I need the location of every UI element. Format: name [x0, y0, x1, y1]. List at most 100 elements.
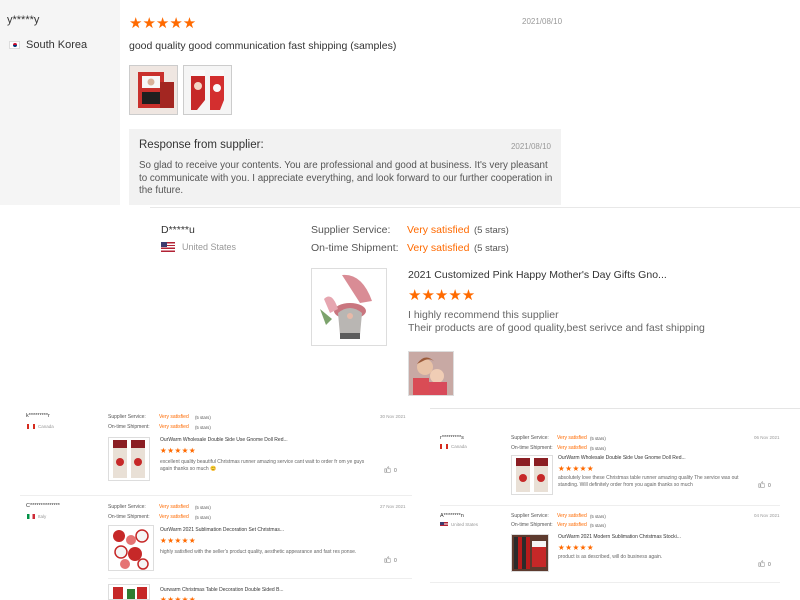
supplier-service-value: Very satisfied — [557, 435, 587, 441]
rating-stars: ★★★★★ — [408, 287, 476, 304]
supplier-response-box: Response from supplier: 2021/08/10 So gl… — [129, 129, 561, 205]
product-title-link[interactable]: OurWarm 2021 Sublimation Decoration Set … — [160, 527, 284, 533]
reviewer-name: r*********s — [440, 435, 464, 441]
ontime-shipment-label: On-time Shipment: — [311, 242, 399, 254]
reviewer-name: A********n — [440, 513, 464, 519]
italy-flag-icon — [27, 514, 35, 519]
like-count: 0 — [394, 467, 397, 474]
product-title-link[interactable]: OurWarm Wholesale Double Side Use Gnome … — [160, 437, 288, 443]
review-text: absolutely love these Christmas table ru… — [558, 475, 739, 488]
reviewer-country: Canada — [27, 424, 54, 429]
reviewer-name: y*****y — [7, 14, 40, 26]
supplier-service-value: Very satisfied — [407, 224, 470, 236]
product-image[interactable] — [511, 534, 549, 572]
ontime-shipment-rating: On-time Shipment: Very satisfied (5 star… — [311, 242, 509, 254]
supplier-service-stars: (5 stars) — [590, 436, 606, 441]
product-image[interactable] — [108, 437, 150, 481]
ontime-shipment-label: On-time Shipment: — [108, 514, 150, 520]
like-button[interactable]: 0 — [384, 466, 397, 475]
rating-stars: ★★★★★ — [160, 595, 197, 600]
canada-flag-icon — [27, 424, 35, 429]
ontime-shipment-stars: (5 stars) — [590, 523, 606, 528]
country-label: United States — [451, 522, 479, 527]
ontime-shipment-label: On-time Shipment: — [511, 522, 553, 528]
review-list-panel-left: k*********r Canada Supplier Service: Ver… — [20, 408, 412, 600]
product-image[interactable] — [511, 455, 553, 495]
thumbs-up-icon — [758, 560, 766, 569]
south-korea-flag-icon — [9, 41, 20, 49]
review-photo-thumbnail[interactable] — [408, 351, 454, 396]
like-count: 0 — [768, 561, 771, 568]
rating-stars: ★★★★★ — [129, 15, 197, 32]
ontime-shipment-stars: (5 stars) — [195, 515, 211, 520]
supplier-service-stars: (5 stars) — [195, 415, 211, 420]
supplier-service-value: Very satisfied — [557, 513, 587, 519]
review-card-a: y*****y South Korea ★★★★★ 2021/08/10 goo… — [0, 0, 800, 205]
like-button[interactable]: 0 — [758, 481, 771, 490]
ontime-shipment-value: Very satisfied — [557, 445, 587, 451]
ontime-shipment-stars: (5 stars) — [195, 425, 211, 430]
country-label: United States — [182, 242, 237, 252]
supplier-service-stars: (5 stars) — [590, 514, 606, 519]
rating-stars: ★★★★★ — [558, 464, 595, 473]
review-photo-thumbnail[interactable] — [129, 65, 178, 115]
reviewer-name: C************** — [26, 503, 60, 509]
supplier-service-label: Supplier Service: — [311, 224, 391, 236]
ontime-shipment-stars: (5 stars) — [590, 446, 606, 451]
product-image[interactable] — [108, 525, 154, 571]
like-button[interactable]: 0 — [758, 560, 771, 569]
supplier-service-label: Supplier Service: — [511, 435, 549, 441]
ontime-shipment-value: Very satisfied — [557, 522, 587, 528]
review-text: good quality good communication fast shi… — [129, 40, 397, 52]
thumbs-up-icon — [384, 466, 392, 475]
review-photo-thumbnail[interactable] — [183, 65, 232, 115]
review-list-panel-right: r*********s Canada Supplier Service: Ver… — [430, 408, 800, 600]
review-text: excellent quality beautiful Christmas ru… — [160, 459, 365, 472]
review-date: 2021/08/10 — [522, 17, 563, 26]
united-states-flag-icon — [440, 522, 448, 527]
reviewer-country: Canada — [440, 444, 467, 449]
supplier-service-stars: (5 stars) — [195, 505, 211, 510]
like-count: 0 — [394, 557, 397, 564]
like-button[interactable]: 0 — [384, 556, 397, 565]
product-title-link[interactable]: Ourwarm Christmas Table Decoration Doubl… — [160, 587, 284, 593]
supplier-service-label: Supplier Service: — [511, 513, 549, 519]
review-date: 04 Nov 2021 — [754, 513, 780, 518]
country-label: Italy — [38, 514, 47, 519]
united-states-flag-icon — [161, 242, 175, 252]
rating-stars: ★★★★★ — [160, 536, 197, 545]
supplier-service-value: Very satisfied — [159, 504, 189, 510]
review-date: 27 Nov 2021 — [380, 504, 406, 509]
product-title-link[interactable]: OurWarm Wholesale Double Side Use Gnome … — [558, 455, 686, 461]
review-date: 30 Nov 2021 — [380, 414, 406, 419]
reviewer-country: United States — [440, 522, 478, 527]
rating-stars: ★★★★★ — [558, 543, 595, 552]
like-count: 0 — [768, 482, 771, 489]
product-image[interactable] — [311, 268, 387, 346]
ontime-shipment-value: Very satisfied — [407, 242, 470, 254]
response-text: So glad to receive your contents. You ar… — [139, 160, 553, 196]
country-label: Canada — [451, 444, 467, 449]
product-title-link[interactable]: 2021 Customized Pink Happy Mother's Day … — [408, 269, 667, 281]
review-text-line-1: I highly recommend this supplier — [408, 309, 559, 321]
reviewer-name: k*********r — [26, 413, 50, 419]
response-title: Response from supplier: — [139, 139, 264, 151]
reviewer-name: D*****u — [161, 224, 195, 236]
review-text: highly satisfied with the seller's produ… — [160, 549, 357, 555]
product-title-link[interactable]: OurWarm 2021 Modern Sublimation Christma… — [558, 534, 681, 540]
review-text-line-2: Their products are of good quality,best … — [408, 322, 705, 334]
product-image[interactable] — [108, 584, 150, 600]
rating-stars: ★★★★★ — [160, 446, 197, 455]
supplier-service-label: Supplier Service: — [108, 504, 146, 510]
review-card-b: D*****u United States Supplier Service: … — [150, 207, 800, 405]
ontime-shipment-stars: (5 stars) — [474, 243, 509, 254]
supplier-service-label: Supplier Service: — [108, 414, 146, 420]
supplier-service-value: Very satisfied — [159, 414, 189, 420]
divider — [440, 505, 780, 506]
review-text: product is as described, will do busines… — [558, 554, 663, 560]
divider — [430, 582, 780, 583]
ontime-shipment-label: On-time Shipment: — [511, 445, 553, 451]
review-date: 06 Nov 2021 — [754, 435, 780, 440]
divider — [20, 495, 412, 496]
country-label: South Korea — [26, 39, 88, 51]
